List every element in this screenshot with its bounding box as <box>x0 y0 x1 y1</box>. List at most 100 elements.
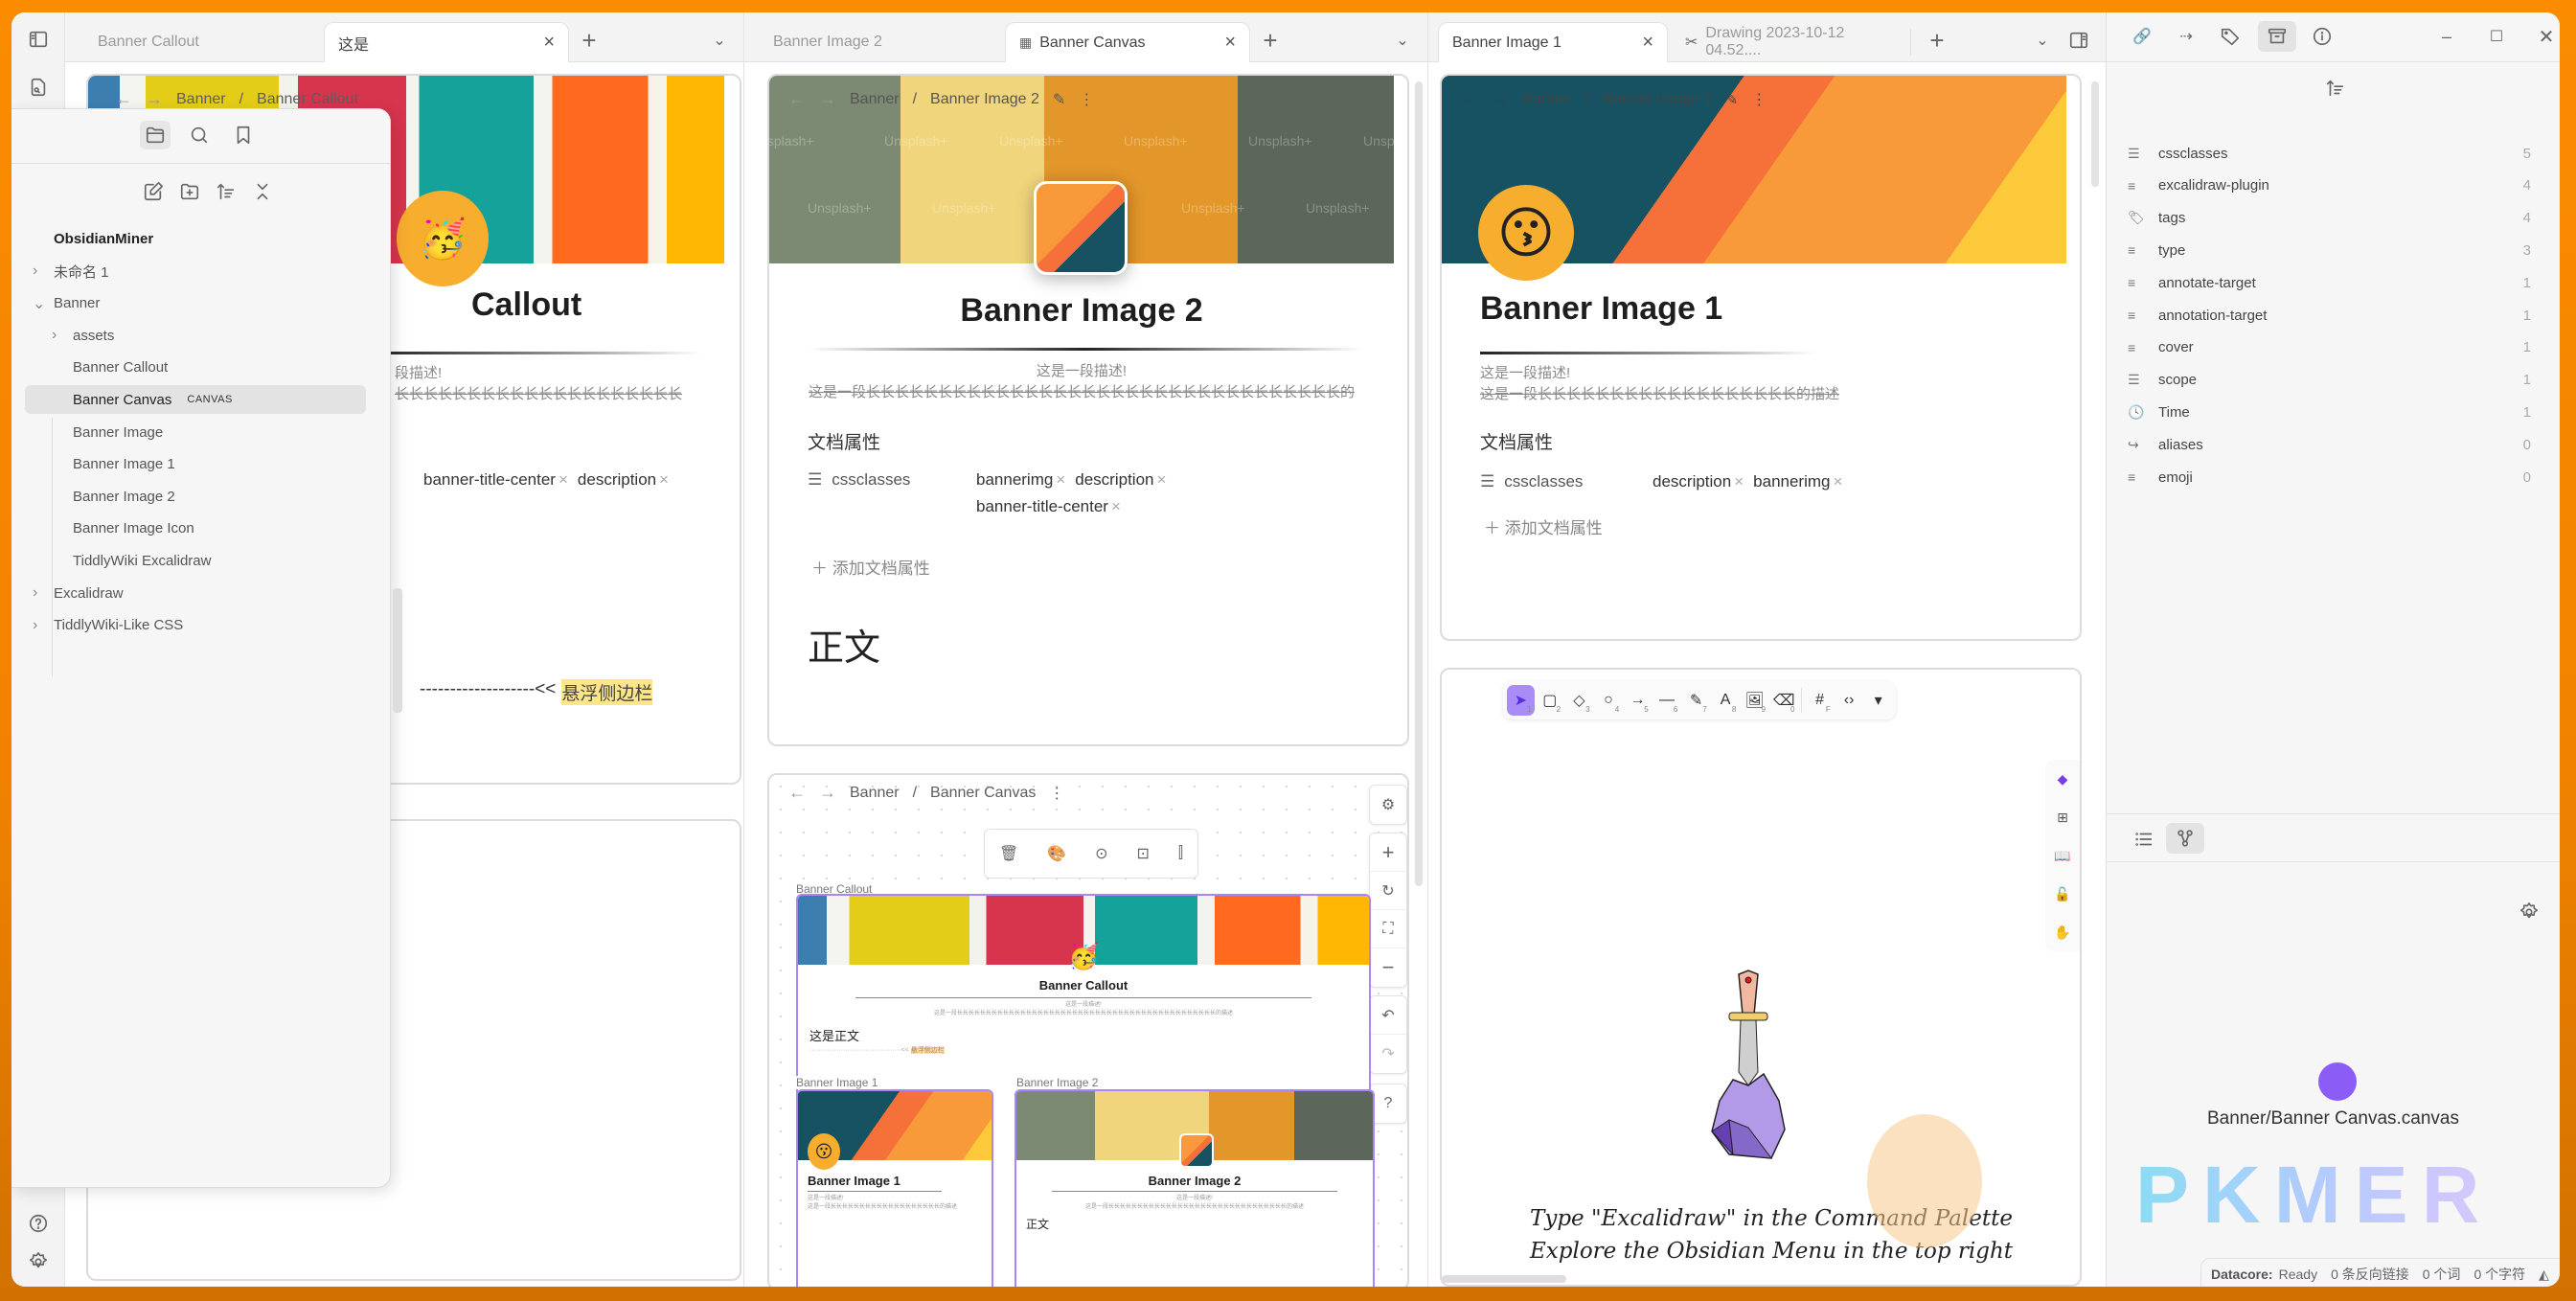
tab-banner-canvas[interactable]: ▦ Banner Canvas × <box>1005 22 1250 62</box>
canvas-node-banner-image-1[interactable]: 😗 Banner Image 1 这是一段描述! 这是一段长长长长长长长长长长长长… <box>796 1089 993 1287</box>
settings-icon[interactable] <box>25 1248 52 1275</box>
property-item[interactable]: 🕓 Time 1 <box>2128 398 2531 426</box>
all-properties-icon[interactable] <box>2258 21 2296 52</box>
file-item[interactable]: Banner Image 2 <box>73 482 175 511</box>
settings-icon[interactable]: ⚙ <box>1370 786 1406 824</box>
folder-item[interactable]: › 未命名 1 <box>33 257 109 285</box>
breadcrumb-file[interactable]: Banner Callout <box>257 91 358 108</box>
align-icon[interactable]: ⫿ <box>1178 845 1183 862</box>
backlinks-count[interactable]: 0 条反向链接 <box>2331 1265 2409 1284</box>
breadcrumb-folder[interactable]: Banner <box>176 91 226 108</box>
chip[interactable]: bannerimg × <box>1753 472 1842 491</box>
chevron-right-icon[interactable]: › <box>52 327 57 344</box>
maximize-window-icon[interactable]: ☐ <box>2482 22 2511 51</box>
vault-name[interactable]: ObsidianMiner <box>54 224 153 253</box>
undo-icon[interactable]: ↶ <box>1370 996 1406 1035</box>
forward-arrow-icon[interactable]: → <box>819 783 836 803</box>
tab-list-chevron-icon[interactable]: ⌄ <box>2028 26 2057 55</box>
file-item[interactable]: Banner Canvas CANVAS <box>25 385 366 415</box>
new-folder-icon[interactable] <box>176 178 203 205</box>
file-item[interactable]: TiddlyWiki Excalidraw <box>73 546 211 575</box>
zoom-to-selection-icon[interactable]: ⊙ <box>1095 844 1107 863</box>
zoom-fit-icon[interactable]: ⊡ <box>1136 844 1149 863</box>
zoom-in-icon[interactable]: + <box>1370 833 1406 872</box>
sort-icon[interactable] <box>2321 74 2350 103</box>
property-item[interactable]: ☰ scope 1 <box>2128 366 2531 395</box>
tab-banner-image-1[interactable]: Banner Image 1 × <box>1438 22 1668 62</box>
more-options-icon[interactable]: ⋮ <box>1079 90 1094 109</box>
new-tab-icon[interactable]: + <box>1256 26 1285 55</box>
breadcrumb-file[interactable]: Banner Image 1 <box>1603 91 1712 108</box>
search-tab-icon[interactable] <box>184 121 215 149</box>
chevron-down-icon[interactable]: ⌄ <box>33 294 45 313</box>
forward-arrow-icon[interactable]: → <box>819 89 836 109</box>
sword-in-crystal-drawing[interactable] <box>1700 967 1815 1177</box>
file-item[interactable]: Banner Image <box>73 418 163 446</box>
tab-drawing[interactable]: ✂ Drawing 2023-10-12 04.52.... <box>1672 25 1911 58</box>
property-key[interactable]: ☰ cssclasses <box>1480 472 1653 491</box>
embed-icon[interactable]: ‹› <box>1835 685 1863 716</box>
file-item[interactable]: Banner Callout <box>73 354 168 382</box>
add-property-button[interactable]: ＋ 添加文档属性 <box>811 555 930 579</box>
property-item[interactable]: 🏷 tags 4 <box>2128 204 2531 233</box>
property-item[interactable]: ≡ cover 1 <box>2128 333 2531 362</box>
bookmarks-tab-icon[interactable] <box>228 121 259 149</box>
library-icon[interactable]: 📖 <box>2054 848 2070 864</box>
close-tab-icon[interactable]: × <box>1642 32 1653 54</box>
obsidian-icon[interactable]: ◆ <box>2058 771 2068 787</box>
chip[interactable]: description × <box>1075 470 1166 490</box>
more-options-icon[interactable]: ⋮ <box>1751 90 1767 109</box>
eraser-icon[interactable]: ⌫ 0 <box>1770 685 1798 716</box>
horizontal-scrollbar[interactable] <box>1442 1275 1566 1283</box>
scrollbar[interactable] <box>1415 81 1423 886</box>
canvas-view[interactable]: ← → Banner / Banner Canvas ⋮ 🗑 🎨 ⊙ ⊡ ⫿ ⚙ + ↻ … <box>767 773 1409 1287</box>
help-icon[interactable]: ? <box>1370 1084 1406 1123</box>
property-values[interactable]: bannerimg × description × banner-title-cen… <box>976 470 1264 516</box>
tags-icon[interactable] <box>2216 22 2245 51</box>
sidebar-toggle-icon[interactable] <box>25 26 52 53</box>
new-note-icon[interactable] <box>140 178 167 205</box>
image-icon[interactable]: 🖼 9 <box>1741 685 1768 716</box>
chevron-right-icon[interactable]: › <box>33 617 37 634</box>
edit-icon[interactable]: ✎ <box>1053 90 1065 109</box>
local-graph-tab-icon[interactable] <box>2166 823 2204 854</box>
close-tab-icon[interactable]: × <box>1224 32 1236 54</box>
chevron-right-icon[interactable]: › <box>33 262 37 280</box>
forward-arrow-icon[interactable]: → <box>146 89 163 109</box>
palette-icon[interactable]: 🎨 <box>1047 844 1066 863</box>
fit-icon[interactable]: ⛶ <box>1370 910 1406 948</box>
folder-item[interactable]: › TiddlyWiki-Like CSS <box>33 611 183 640</box>
forward-arrow-icon[interactable]: → <box>1492 89 1509 109</box>
chip[interactable]: bannerimg × <box>976 470 1065 490</box>
file-item[interactable]: Banner Image Icon <box>73 514 194 543</box>
tab-list-chevron-icon[interactable]: ⌄ <box>705 26 734 55</box>
property-item[interactable]: ≡ annotate-target 1 <box>2128 268 2531 297</box>
property-item[interactable]: ≡ emoji 0 <box>2128 463 2531 491</box>
close-tab-icon[interactable]: × <box>543 32 555 54</box>
back-arrow-icon[interactable]: ← <box>788 783 806 803</box>
chip[interactable]: description × <box>578 470 669 490</box>
graph-node[interactable] <box>2318 1062 2357 1101</box>
files-tab-icon[interactable] <box>140 121 171 149</box>
property-item[interactable]: ≡ type 3 <box>2128 236 2531 264</box>
tab-banner-image-2[interactable]: Banner Image 2 <box>760 22 896 62</box>
help-icon[interactable] <box>25 1210 52 1237</box>
zoom-out-icon[interactable]: − <box>1370 948 1406 987</box>
add-property-button[interactable]: ＋ 添加文档属性 <box>1484 514 1603 538</box>
arrow-icon[interactable]: → 5 <box>1624 685 1652 716</box>
canvas-node-banner-image-2[interactable]: Banner Image 2 这是一段描述! 这是一段长长长长长长长长长长长长长长… <box>1014 1089 1375 1287</box>
folder-item[interactable]: ⌄ Banner <box>33 289 100 318</box>
rectangle-icon[interactable]: ▢ 2 <box>1537 685 1564 716</box>
pencil-icon[interactable]: ✎ 7 <box>1682 685 1710 716</box>
breadcrumb-file[interactable]: Banner Canvas <box>930 785 1036 802</box>
scrollbar[interactable] <box>393 588 402 713</box>
selection-icon[interactable]: ➤ 1 <box>1507 685 1535 716</box>
outgoing-links-icon[interactable]: ⇢ <box>2172 22 2200 51</box>
text-icon[interactable]: A8 <box>1712 685 1740 716</box>
tab-active[interactable]: 这是 × <box>324 22 569 62</box>
backlinks-icon[interactable]: 🔗 <box>2128 22 2156 51</box>
new-tab-icon[interactable]: + <box>575 26 604 55</box>
chip[interactable]: banner-title-center × <box>423 470 568 490</box>
property-item[interactable]: ↪ aliases 0 <box>2128 430 2531 459</box>
outline-tab-icon[interactable] <box>2130 825 2158 854</box>
